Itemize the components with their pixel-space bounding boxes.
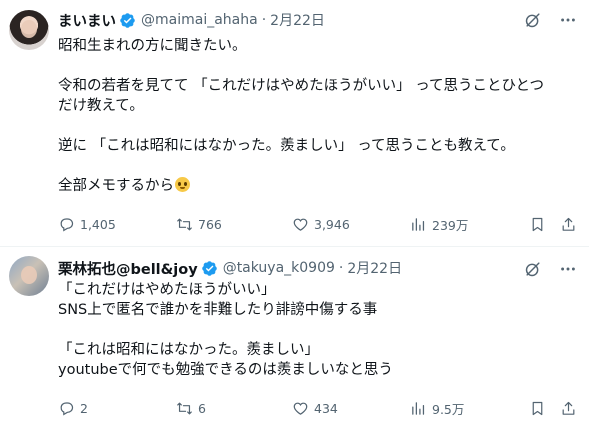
like-button[interactable]: 434 bbox=[292, 400, 410, 417]
retweet-icon bbox=[177, 402, 192, 414]
separator-dot: · bbox=[338, 260, 344, 276]
bookmark-icon[interactable] bbox=[529, 400, 546, 417]
heart-icon bbox=[293, 218, 308, 231]
reply-icon bbox=[60, 217, 74, 232]
tweet-line bbox=[58, 116, 575, 136]
tweet-date[interactable]: 2月22日 bbox=[270, 10, 325, 30]
tweet-line: 「これだけはやめたほうがいい」 bbox=[58, 282, 276, 298]
tweet-line: 逆に 「これは昭和にはなかった。羨ましい」 って思うことも教えて。 bbox=[58, 138, 515, 154]
tweet-end-actions bbox=[529, 216, 577, 233]
heart-icon bbox=[293, 402, 308, 415]
more-options-icon[interactable] bbox=[558, 10, 577, 29]
reply-tweet[interactable]: 栗林拓也@bell&joy @takuya_k0909 · 2月22日 「これだ… bbox=[0, 246, 589, 433]
reply-button[interactable]: 2 bbox=[58, 400, 176, 417]
share-icon[interactable] bbox=[560, 216, 577, 233]
tweet-line: SNS上で匿名で誰かを非難したり誹謗中傷する事 bbox=[58, 302, 378, 318]
verified-badge-icon bbox=[119, 12, 136, 29]
tweet-text: 「これだけはやめたほうがいい」 SNS上で匿名で誰かを非難したり誹謗中傷する事 … bbox=[58, 280, 575, 380]
reply-button[interactable]: 1,405 bbox=[58, 216, 176, 233]
tweet-line: だけ教えて。 bbox=[58, 98, 144, 114]
more-options-icon[interactable] bbox=[558, 259, 577, 278]
like-button[interactable]: 3,946 bbox=[292, 216, 410, 233]
like-count: 434 bbox=[314, 400, 338, 416]
tweet-actions: 1,405 766 3,946 239万 bbox=[58, 214, 577, 234]
views-chart-icon bbox=[412, 401, 425, 415]
tweet-line: 昭和生まれの方に聞きたい。 bbox=[58, 38, 247, 54]
tweet-line: 令和の若者を見てて 「これだけはやめたほうがいい」 って思うことひとつ bbox=[58, 78, 544, 94]
tweet-end-actions bbox=[529, 400, 577, 417]
tweet-line: youtubeで何でも勉強できるのは羨ましいなと思う bbox=[58, 362, 393, 378]
author-handle[interactable]: @maimai_ahaha bbox=[141, 12, 258, 28]
tweet-last-line: 全部メモするから bbox=[58, 176, 575, 196]
view-count: 9.5万 bbox=[432, 401, 465, 417]
avatar[interactable] bbox=[9, 10, 49, 50]
reply-count: 1,405 bbox=[80, 216, 116, 232]
grok-icon[interactable] bbox=[523, 10, 542, 29]
view-count: 239万 bbox=[432, 217, 469, 233]
header-actions bbox=[523, 259, 577, 278]
retweet-button[interactable]: 766 bbox=[176, 216, 292, 233]
author-handle[interactable]: @takuya_k0909 bbox=[223, 260, 335, 276]
tweet-header: まいまい @maimai_ahaha · 2月22日 bbox=[58, 10, 519, 30]
bookmark-icon[interactable] bbox=[529, 216, 546, 233]
tweet-text: 昭和生まれの方に聞きたい。 令和の若者を見てて 「これだけはやめたほうがいい」 … bbox=[58, 36, 575, 196]
grok-icon[interactable] bbox=[523, 259, 542, 278]
tweet-line bbox=[58, 320, 575, 340]
views-button[interactable]: 9.5万 bbox=[410, 399, 528, 418]
avatar-image bbox=[21, 20, 37, 38]
tweet-line: 「これは昭和にはなかった。羨ましい」 bbox=[58, 342, 319, 358]
avatar-image bbox=[21, 266, 37, 284]
tweet-actions: 2 6 434 9.5万 bbox=[58, 398, 577, 418]
author-name[interactable]: まいまい bbox=[58, 10, 116, 31]
tweet-line bbox=[58, 56, 575, 76]
separator-dot: · bbox=[261, 12, 267, 28]
views-button[interactable]: 239万 bbox=[410, 215, 528, 234]
pleading-face-emoji-icon bbox=[175, 177, 190, 192]
verified-badge-icon bbox=[201, 260, 218, 277]
tweet-header: 栗林拓也@bell&joy @takuya_k0909 · 2月22日 bbox=[58, 258, 519, 278]
views-chart-icon bbox=[412, 217, 425, 231]
avatar[interactable] bbox=[9, 256, 49, 296]
reply-count: 2 bbox=[80, 400, 88, 416]
tweet[interactable]: まいまい @maimai_ahaha · 2月22日 昭和生まれの方に聞きたい。… bbox=[0, 0, 589, 246]
retweet-count: 766 bbox=[198, 216, 222, 232]
reply-icon bbox=[60, 401, 74, 416]
share-icon[interactable] bbox=[560, 400, 577, 417]
header-actions bbox=[523, 10, 577, 29]
tweet-line: 全部メモするから bbox=[58, 178, 174, 194]
retweet-icon bbox=[177, 218, 192, 230]
tweet-line bbox=[58, 156, 575, 176]
like-count: 3,946 bbox=[314, 216, 350, 232]
retweet-count: 6 bbox=[198, 400, 206, 416]
author-name[interactable]: 栗林拓也@bell&joy bbox=[58, 258, 198, 279]
tweet-date[interactable]: 2月22日 bbox=[347, 258, 402, 278]
retweet-button[interactable]: 6 bbox=[176, 400, 292, 417]
